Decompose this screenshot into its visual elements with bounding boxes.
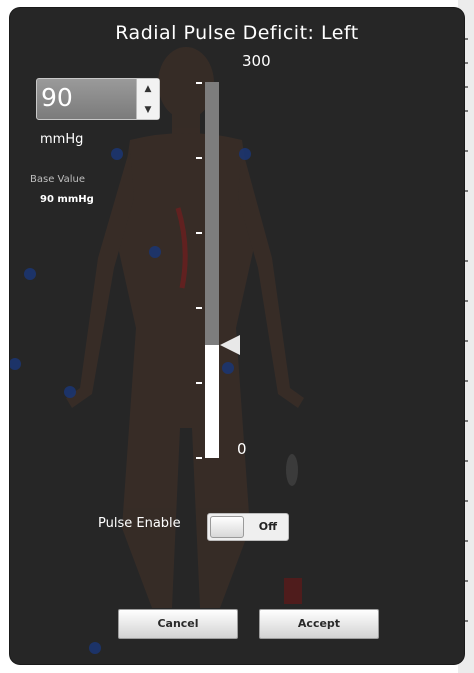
value-unit: mmHg	[40, 132, 84, 147]
pulse-enable-label: Pulse Enable	[98, 516, 181, 531]
cancel-button[interactable]: Cancel	[118, 609, 238, 639]
pulse-deficit-dialog: Radial Pulse Deficit: Left 90 ▲ ▼ mmHg B…	[10, 8, 464, 664]
slider-tick	[196, 232, 202, 234]
increment-button[interactable]: ▲	[137, 79, 159, 98]
base-value-label: Base Value	[30, 174, 85, 185]
accept-button[interactable]: Accept	[259, 609, 379, 639]
pulse-enable-toggle[interactable]: Off	[207, 513, 289, 541]
value-spinbox[interactable]: 90 ▲ ▼	[36, 78, 160, 120]
slider-thumb-icon[interactable]	[220, 335, 240, 355]
slider-min-label: 0	[237, 440, 247, 458]
slider-tick	[196, 157, 202, 159]
toggle-knob[interactable]	[210, 516, 244, 538]
spin-arrows: ▲ ▼	[136, 79, 159, 119]
decrement-button[interactable]: ▼	[137, 100, 159, 119]
slider-tick	[196, 82, 202, 84]
slider-tick	[196, 457, 202, 459]
value-input[interactable]: 90	[41, 83, 73, 112]
slider-tick	[196, 382, 202, 384]
triangle-up-icon: ▲	[144, 83, 152, 94]
base-value: 90 mmHg	[40, 194, 94, 205]
slider-max-label: 300	[242, 52, 271, 70]
triangle-down-icon: ▼	[144, 104, 152, 115]
slider-tick	[196, 307, 202, 309]
value-slider-fill	[205, 345, 219, 458]
dialog-title: Radial Pulse Deficit: Left	[115, 22, 359, 44]
toggle-state: Off	[258, 520, 277, 533]
